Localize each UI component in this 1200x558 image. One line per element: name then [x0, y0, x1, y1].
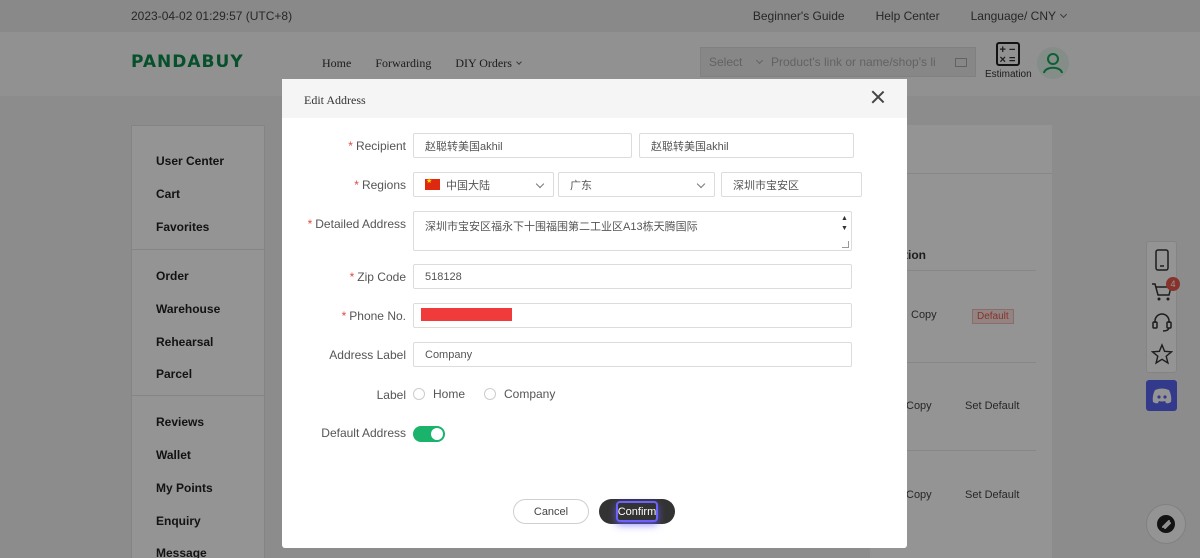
resize-handle[interactable]: [842, 241, 849, 248]
label-radio-company[interactable]: Company: [484, 387, 555, 401]
address-label-label: Address Label: [329, 348, 406, 362]
confirm-button[interactable]: Confirm: [599, 499, 675, 524]
required-mark: *: [348, 139, 353, 153]
edit-address-dialog: Edit Address * Recipient 赵聪转美国akhil 赵聪转美国…: [282, 79, 907, 548]
cancel-button[interactable]: Cancel: [513, 499, 589, 524]
china-flag-icon: [425, 177, 440, 190]
scroll-arrows-icon[interactable]: ▲ ▼: [840, 214, 849, 234]
detailed-address-textarea[interactable]: 深圳市宝安区福永下十围福围第二工业区A13栋天腾国际 ▲ ▼: [413, 211, 852, 251]
radio-circle: [484, 388, 496, 400]
zip-code-label: * Zip Code: [349, 270, 406, 284]
country-select[interactable]: 中国大陆: [413, 172, 554, 197]
phone-input[interactable]: [413, 303, 852, 328]
toggle-knob: [431, 428, 443, 440]
close-icon[interactable]: [871, 90, 885, 104]
required-mark: *: [307, 217, 313, 231]
regions-label: * Regions: [354, 178, 406, 192]
recipient-first-name-input[interactable]: 赵聪转美国akhil: [413, 133, 632, 158]
chevron-down-icon: [535, 179, 545, 189]
address-label-input[interactable]: Company: [413, 342, 852, 367]
default-address-label: Default Address: [321, 426, 406, 440]
dialog-title: Edit Address: [304, 93, 366, 107]
redacted-phone-number: [421, 308, 512, 321]
phone-label: * Phone No.: [341, 309, 406, 323]
required-mark: *: [341, 309, 347, 323]
recipient-last-name-input[interactable]: 赵聪转美国akhil: [639, 133, 854, 158]
dialog-header: Edit Address: [282, 79, 907, 118]
district-select[interactable]: 深圳市宝安区: [721, 172, 862, 197]
recipient-label: * Recipient: [348, 139, 406, 153]
required-mark: *: [354, 178, 359, 192]
province-select[interactable]: 广东: [558, 172, 715, 197]
zip-code-input[interactable]: 518128: [413, 264, 852, 289]
radio-circle: [413, 388, 425, 400]
label-radio-home[interactable]: Home: [413, 387, 465, 401]
required-mark: *: [349, 270, 355, 284]
default-address-toggle[interactable]: [413, 426, 445, 442]
confirm-label: Confirm: [617, 505, 657, 518]
detailed-address-label: * Detailed Address: [307, 217, 406, 231]
label-choice-label: Label: [376, 388, 406, 402]
chevron-down-icon: [696, 179, 706, 189]
